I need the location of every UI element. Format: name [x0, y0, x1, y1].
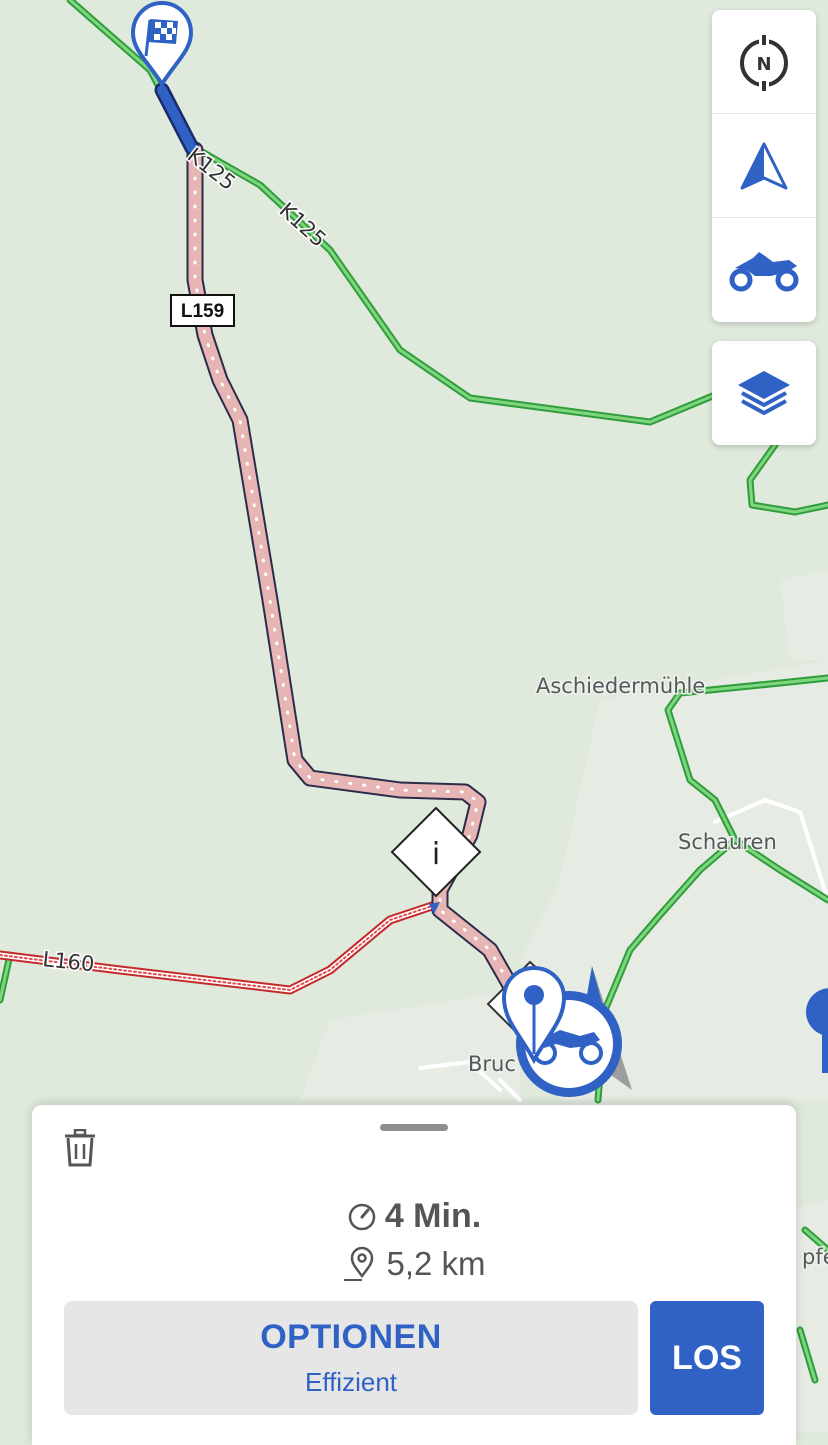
recenter-navigation-button[interactable]	[712, 114, 816, 218]
speedometer-icon	[348, 1203, 376, 1230]
road-l160	[0, 901, 437, 995]
location-pin-icon	[344, 1246, 374, 1281]
compass-north-icon: N	[740, 34, 788, 91]
options-mode: Effizient	[304, 1367, 397, 1397]
trash-icon	[65, 1128, 95, 1167]
compass-button[interactable]: N	[712, 10, 816, 114]
route-distance: 5,2 km	[32, 1245, 796, 1283]
destination-flag-pin[interactable]	[130, 0, 194, 88]
duration-value: 4 Min.	[384, 1197, 482, 1235]
options-label: OPTIONEN	[260, 1318, 442, 1356]
sheet-grabber[interactable]	[380, 1124, 448, 1131]
route-line	[154, 82, 534, 1009]
svg-text:L159: L159	[181, 301, 224, 322]
route-options-button[interactable]: OPTIONEN Effizient	[64, 1301, 638, 1415]
delete-route-button[interactable]	[64, 1128, 96, 1172]
info-marker-label: i	[432, 837, 440, 872]
start-navigation-label: LOS	[672, 1338, 742, 1377]
place-label-aschiedermuehle: Aschiedermühle	[536, 674, 705, 698]
map-layers-button[interactable]	[712, 341, 816, 445]
place-label-bruch: Bruc	[468, 1052, 516, 1076]
distance-value: 5,2 km	[386, 1245, 486, 1282]
route-duration: 4 Min.	[32, 1197, 796, 1236]
place-label-schauren: Schauren	[678, 830, 777, 854]
vehicle-profile-button[interactable]	[712, 218, 816, 322]
navigation-arrow-icon	[740, 142, 788, 189]
place-label-partial: pfe	[802, 1245, 828, 1269]
layers-control	[712, 341, 816, 445]
route-bottom-sheet: 4 Min. 5,2 km OPTIONEN Effizient LOS	[32, 1105, 796, 1445]
svg-text:N: N	[756, 54, 771, 75]
map-controls: N	[712, 10, 816, 322]
motorcycle-icon	[729, 252, 799, 292]
road-label-l160: L160	[41, 947, 95, 976]
start-navigation-button[interactable]: LOS	[650, 1301, 764, 1415]
layers-icon	[738, 371, 790, 415]
road-shield-l159: L159	[170, 294, 235, 327]
